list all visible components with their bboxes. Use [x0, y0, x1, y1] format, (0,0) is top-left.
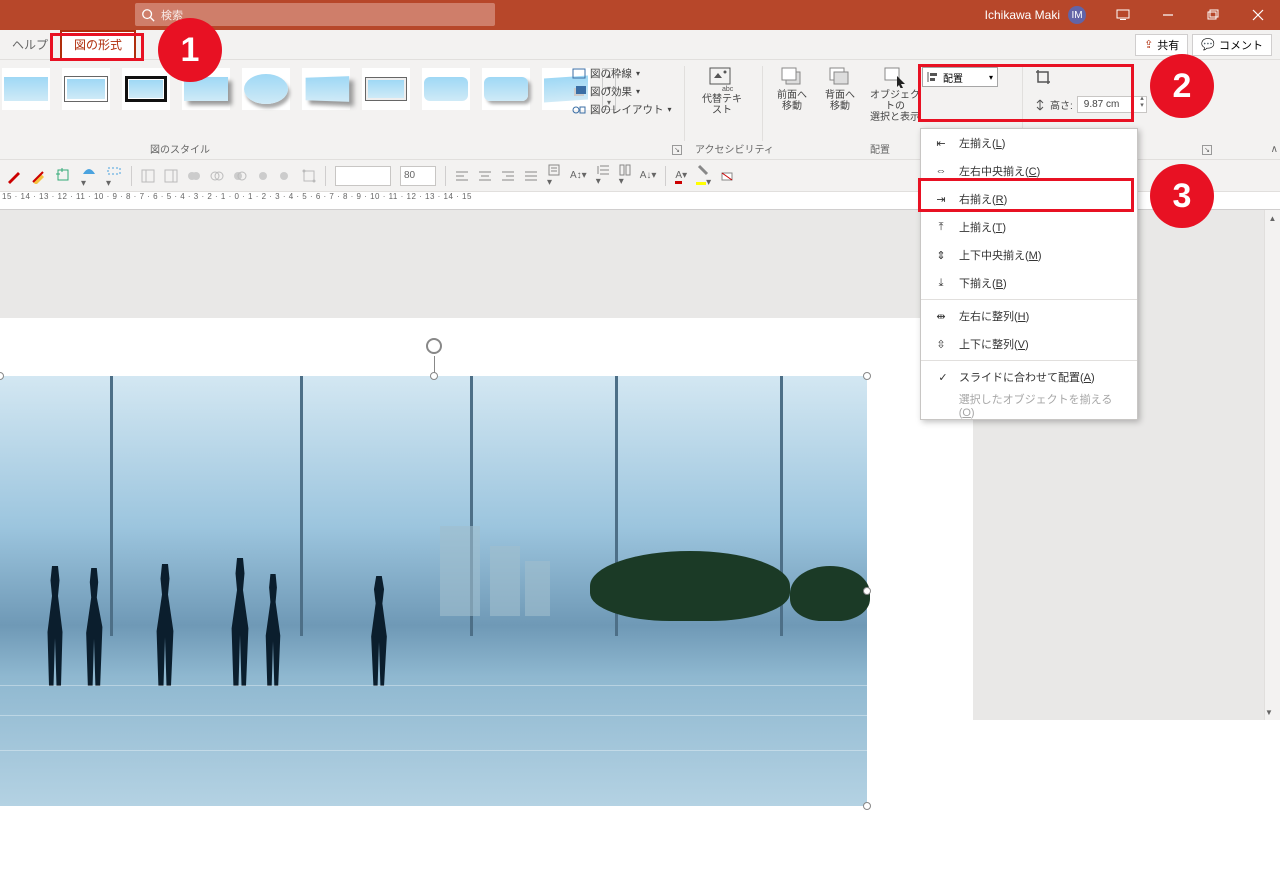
selected-picture[interactable] — [0, 376, 867, 806]
group-label-arrange: 配置 — [870, 141, 890, 156]
picture-layout-button[interactable]: 図のレイアウト▾ — [572, 102, 672, 117]
align-middle-v-item[interactable]: ⇕上下中央揃え(M) — [921, 241, 1137, 269]
vertical-scrollbar[interactable]: ▲▼ — [1264, 210, 1280, 720]
tab-strip: ヘルプ 図の形式 ⇪共有 💬コメント — [0, 30, 1280, 60]
highlighter-icon[interactable] — [31, 168, 47, 184]
ribbon-display-options-icon[interactable] — [1100, 0, 1145, 30]
distribute-v-item[interactable]: ⇳上下に整列(V) — [921, 330, 1137, 358]
font-size-combo[interactable]: 80 — [400, 166, 436, 186]
align-right-icon[interactable] — [501, 170, 515, 182]
font-color-icon[interactable]: A▾ — [675, 170, 687, 181]
text-direction-icon[interactable]: A↕▾ — [570, 170, 587, 181]
shape-fill-icon[interactable]: ▾ — [81, 162, 97, 189]
align-center-icon[interactable] — [478, 170, 492, 182]
shape-outline-icon[interactable]: ▾ — [106, 162, 122, 189]
crop-tool-icon[interactable] — [56, 168, 72, 184]
tab-help[interactable]: ヘルプ — [0, 30, 60, 60]
merge-intersect-icon[interactable] — [256, 169, 270, 183]
align-to-slide-item[interactable]: スライドに合わせて配置(A) — [921, 363, 1137, 391]
title-bar: 検索 Ichikawa Maki IM — [0, 0, 1280, 30]
alt-text-button[interactable]: abc 代替テキスト — [700, 66, 744, 116]
resize-handle[interactable] — [863, 802, 871, 810]
tab-picture-format[interactable]: 図の形式 — [60, 30, 136, 60]
collapse-ribbon-icon[interactable]: ∧ — [1271, 144, 1278, 155]
crop-button[interactable] — [1034, 68, 1147, 88]
send-backward-button[interactable]: 背面へ 移動 — [818, 66, 862, 123]
resize-handle[interactable] — [863, 372, 871, 380]
search-box[interactable]: 検索 — [135, 3, 495, 26]
styles-dialog-launcher[interactable]: ↘ — [672, 145, 682, 155]
minimize-button[interactable] — [1145, 0, 1190, 30]
font-combo[interactable] — [335, 166, 391, 186]
align-dropdown-button[interactable]: 配置▾ — [922, 67, 998, 87]
align-top-item[interactable]: ⤒上揃え(T) — [921, 213, 1137, 241]
selection-pane-button[interactable]: オブジェクトの 選択と表示 — [866, 66, 924, 123]
size-dialog-launcher[interactable]: ↘ — [1202, 145, 1212, 155]
columns-icon[interactable]: ▾ — [619, 164, 631, 187]
comment-button[interactable]: 💬コメント — [1192, 34, 1272, 56]
merge-combine-icon[interactable] — [210, 169, 224, 183]
sort-icon[interactable]: A↓▾ — [640, 170, 657, 181]
align-center-h-item[interactable]: ⇔左右中央揃え(C) — [921, 157, 1137, 185]
line-spacing-icon[interactable]: ▾ — [596, 164, 610, 187]
edit-points-icon[interactable] — [302, 169, 316, 183]
svg-text:abc: abc — [722, 86, 734, 92]
resize-handle[interactable] — [430, 372, 438, 380]
align-left-item[interactable]: ⇤左揃え(L) — [921, 129, 1137, 157]
merge-union-icon[interactable] — [187, 169, 201, 183]
align-left-icon[interactable] — [455, 170, 469, 182]
table-insert-left-icon[interactable] — [141, 169, 155, 183]
merge-fragment-icon[interactable] — [233, 169, 247, 183]
group-label-styles: 図のスタイル — [150, 141, 210, 156]
user-name: Ichikawa Maki — [985, 8, 1060, 22]
align-justify-icon[interactable] — [524, 170, 538, 182]
align-selected-objects-item: 選択したオブジェクトを揃える(O) — [921, 391, 1137, 419]
height-input[interactable]: 9.87 cm — [1077, 96, 1147, 113]
align-dropdown-menu: ⇤左揃え(L) ⇔左右中央揃え(C) ⇥右揃え(R) ⤒上揃え(T) ⇕上下中央… — [920, 128, 1138, 420]
share-button[interactable]: ⇪共有 — [1135, 34, 1188, 56]
clear-formatting-icon[interactable] — [720, 169, 734, 183]
resize-handle[interactable] — [0, 372, 4, 380]
vertical-align-icon[interactable]: ▾ — [547, 163, 561, 188]
group-label-accessibility: アクセシビリティ — [695, 141, 774, 156]
height-icon — [1034, 99, 1046, 111]
pen-icon[interactable] — [6, 168, 22, 184]
search-placeholder: 検索 — [161, 7, 183, 23]
picture-styles-gallery[interactable]: ▴▾▾ — [0, 68, 616, 110]
align-right-item[interactable]: ⇥右揃え(R) — [921, 185, 1137, 213]
maximize-button[interactable] — [1190, 0, 1235, 30]
resize-handle[interactable] — [863, 587, 871, 595]
table-insert-right-icon[interactable] — [164, 169, 178, 183]
highlight-color-icon[interactable]: ▾ — [696, 163, 711, 188]
picture-effects-button[interactable]: 図の効果▾ — [572, 84, 672, 99]
align-bottom-item[interactable]: ⤓下揃え(B) — [921, 269, 1137, 297]
bring-forward-button[interactable]: 前面へ 移動 — [770, 66, 814, 123]
picture-border-button[interactable]: 図の枠線▾ — [572, 66, 672, 81]
close-button[interactable] — [1235, 0, 1280, 30]
avatar[interactable]: IM — [1068, 6, 1086, 24]
merge-subtract-icon[interactable] — [279, 169, 293, 183]
distribute-h-item[interactable]: ⇹左右に整列(H) — [921, 302, 1137, 330]
rotate-handle-icon[interactable] — [426, 338, 442, 354]
